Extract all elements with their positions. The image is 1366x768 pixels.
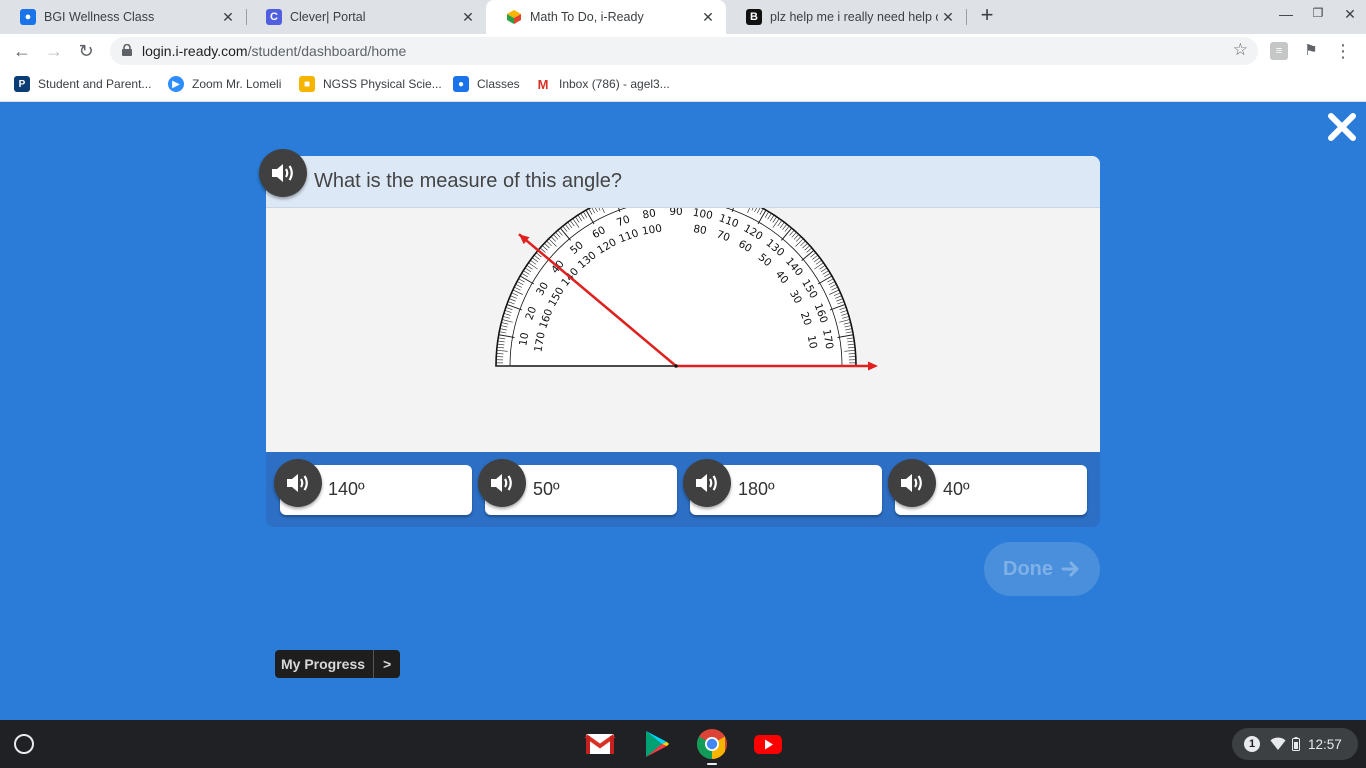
progress-arrow: >	[373, 650, 400, 678]
protractor-diagram: 1020304050607080901001101201301401501601…	[495, 208, 878, 371]
speaker-icon	[901, 474, 922, 492]
tab-brainly[interactable]: B plz help me i really need help on ✕	[726, 0, 966, 34]
close-tab-icon[interactable]: ✕	[938, 9, 958, 26]
chrome-icon[interactable]	[696, 728, 728, 760]
bookmark-gmail[interactable]: M Inbox (786) - agel3...	[535, 76, 670, 92]
menu-kebab-icon[interactable]: ⋮	[1334, 42, 1352, 60]
back-arrow-icon[interactable]: ←	[10, 39, 34, 63]
taskbar: 1 12:57	[0, 720, 1366, 768]
window-close-icon[interactable]: ✕	[1338, 6, 1362, 23]
close-lesson-icon[interactable]	[1326, 111, 1358, 143]
system-tray[interactable]: 1 12:57	[1232, 728, 1358, 760]
puzzle-extensions-icon[interactable]: ⚑	[1302, 42, 1320, 60]
speaker-icon	[287, 474, 308, 492]
ray-arrowhead	[868, 361, 878, 371]
battery-icon	[1292, 737, 1300, 751]
gmail-icon: M	[535, 76, 551, 92]
reload-icon[interactable]: ↻	[74, 39, 98, 63]
zoom-icon: ▶	[168, 76, 184, 92]
lock-icon	[122, 44, 132, 56]
question-card: What is the measure of this angle? 10 20 3…	[266, 156, 1100, 452]
classroom-icon: ●	[453, 76, 469, 92]
url-text: login.i-ready.com/student/dashboard/home	[142, 43, 407, 59]
wifi-icon	[1270, 737, 1286, 750]
youtube-icon[interactable]	[752, 728, 784, 760]
protractor-inner-label: 10	[805, 334, 819, 349]
bookmark-classes[interactable]: ● Classes	[453, 76, 520, 92]
browser-toolbar: ← → ↻ login.i-ready.com/student/dashboar…	[0, 34, 1366, 68]
powerschool-icon: P	[14, 76, 30, 92]
protractor-inner-label: 80	[692, 223, 707, 237]
bookmarks-bar: P Student and Parent... ▶ Zoom Mr. Lomel…	[0, 68, 1366, 102]
notification-count: 1	[1244, 736, 1260, 752]
close-tab-icon[interactable]: ✕	[458, 9, 478, 26]
clock: 12:57	[1308, 736, 1342, 752]
brainly-icon: B	[746, 9, 762, 25]
address-bar[interactable]: login.i-ready.com/student/dashboard/home…	[110, 37, 1258, 65]
close-tab-icon[interactable]: ✕	[218, 9, 238, 26]
answer-3-audio-button[interactable]	[683, 459, 731, 507]
classroom-icon: ●	[20, 9, 36, 25]
answer-1-audio-button[interactable]	[274, 459, 322, 507]
speaker-icon	[491, 474, 512, 492]
new-tab-button[interactable]: +	[976, 4, 998, 28]
lesson-area: What is the measure of this angle? 10 20 3…	[0, 103, 1366, 720]
question-text: What is the measure of this angle?	[314, 170, 622, 192]
answer-4-audio-button[interactable]	[888, 459, 936, 507]
question-audio-button[interactable]	[259, 149, 307, 197]
slides-icon: ■	[299, 76, 315, 92]
arrow-right-icon	[1061, 561, 1079, 577]
protractor-outer-label: 90	[669, 208, 682, 218]
answer-2-audio-button[interactable]	[478, 459, 526, 507]
protractor-outer-label: 10	[517, 332, 531, 347]
tab-bgi-wellness[interactable]: ● BGI Wellness Class ✕	[0, 0, 246, 34]
bookmark-zoom[interactable]: ▶ Zoom Mr. Lomeli	[168, 76, 281, 92]
tab-separator	[966, 9, 967, 25]
speaker-icon	[696, 474, 717, 492]
tab-iready[interactable]: Math To Do, i-Ready ✕	[486, 0, 726, 34]
speaker-icon	[272, 164, 293, 182]
protractor-vertex	[674, 364, 678, 368]
close-tab-icon[interactable]: ✕	[698, 9, 718, 26]
minimize-icon[interactable]: —	[1274, 6, 1298, 22]
bookmark-star-icon[interactable]: ☆	[1233, 40, 1248, 60]
extension-icon[interactable]: ≡	[1270, 42, 1288, 60]
forward-arrow-icon[interactable]: →	[42, 39, 66, 63]
bookmark-ngss[interactable]: ■ NGSS Physical Scie...	[299, 76, 442, 92]
clever-icon: C	[266, 9, 282, 25]
tab-strip: ● BGI Wellness Class ✕ C Clever| Portal …	[0, 0, 1366, 34]
bookmark-student-parent[interactable]: P Student and Parent...	[14, 76, 151, 92]
question-header: What is the measure of this angle?	[266, 156, 1100, 208]
iready-icon	[506, 9, 522, 25]
gmail-icon[interactable]	[584, 728, 616, 760]
play-store-icon[interactable]	[640, 728, 672, 760]
restore-icon[interactable]: ❐	[1306, 6, 1330, 20]
tab-clever[interactable]: C Clever| Portal ✕	[246, 0, 486, 34]
launcher-icon[interactable]	[14, 734, 34, 754]
done-button[interactable]: Done	[984, 542, 1100, 596]
my-progress-button[interactable]: My Progress >	[275, 650, 401, 678]
protractor-outer-label: 80	[642, 208, 657, 221]
chrome-active-indicator	[707, 763, 717, 765]
